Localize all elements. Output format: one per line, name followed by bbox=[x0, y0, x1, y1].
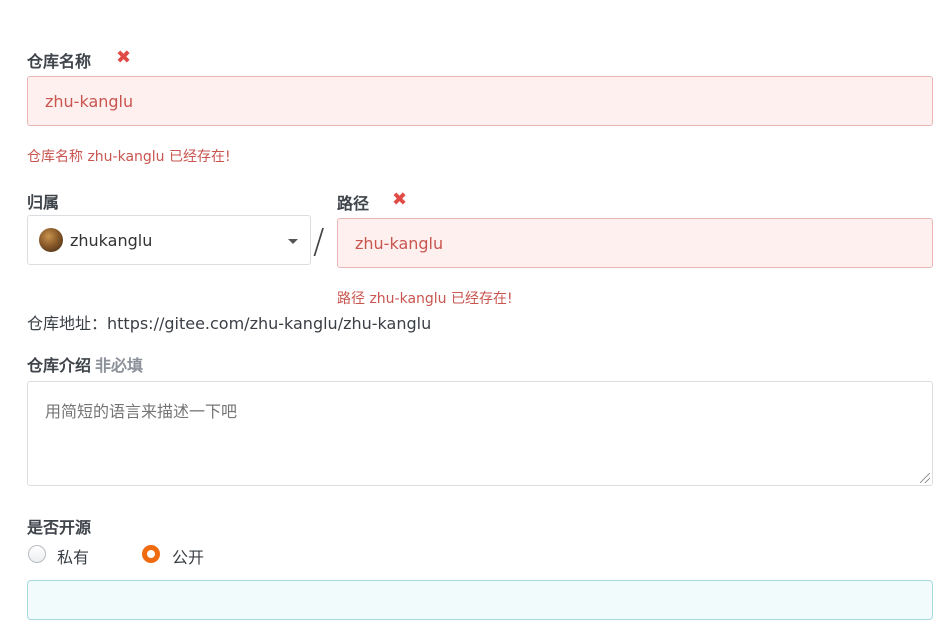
owner-name: zhukanglu bbox=[70, 230, 153, 250]
path-label: 路径 bbox=[337, 194, 370, 213]
owner-select[interactable]: zhukanglu bbox=[27, 215, 311, 265]
radio-private[interactable] bbox=[28, 545, 46, 563]
radio-public[interactable] bbox=[142, 545, 160, 563]
error-cross-icon: ✖ bbox=[116, 47, 132, 68]
description-textarea[interactable] bbox=[27, 381, 933, 486]
visibility-label: 是否开源 bbox=[27, 518, 92, 537]
radio-private-label[interactable]: 私有 bbox=[57, 544, 89, 568]
resize-grip-icon[interactable] bbox=[920, 473, 930, 483]
avatar bbox=[39, 228, 63, 252]
caret-down-icon bbox=[288, 239, 298, 244]
description-label-text: 仓库介绍 bbox=[27, 356, 92, 375]
owner-label: 归属 bbox=[27, 193, 60, 212]
path-separator: / bbox=[313, 222, 325, 262]
path-error: 路径 zhu-kanglu 已经存在! bbox=[337, 291, 513, 307]
repo-name-label: 仓库名称 bbox=[27, 52, 92, 71]
error-cross-icon: ✖ bbox=[392, 189, 408, 210]
repo-name-error: 仓库名称 zhu-kanglu 已经存在! bbox=[27, 149, 231, 165]
path-input[interactable] bbox=[337, 218, 933, 268]
repo-url: 仓库地址：https://gitee.com/zhu-kanglu/zhu-ka… bbox=[27, 314, 432, 333]
repo-name-input[interactable] bbox=[27, 76, 933, 126]
radio-public-label[interactable]: 公开 bbox=[172, 544, 204, 568]
optional-tag: 非必填 bbox=[95, 356, 144, 375]
description-label: 仓库介绍 非必填 bbox=[27, 352, 143, 376]
info-box bbox=[27, 580, 933, 620]
